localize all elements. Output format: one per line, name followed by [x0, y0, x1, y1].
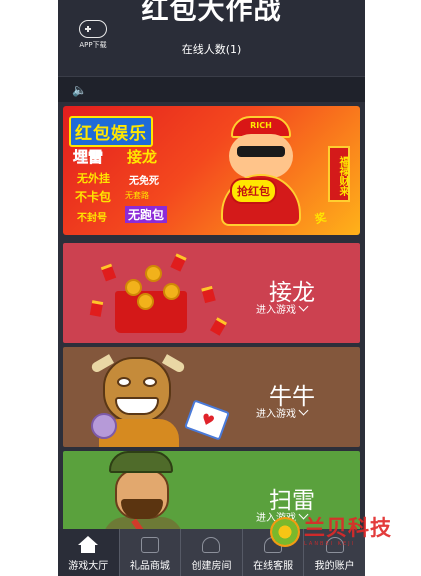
page-title: 红包大作战: [141, 0, 282, 26]
notice-bar: 🔈: [58, 76, 365, 102]
grab-red-packet-badge: 抢红包: [230, 178, 277, 204]
enter-game-link[interactable]: 进入游戏: [256, 301, 309, 316]
watermark-logo: 兰贝科技 LANBEI KEJI: [270, 511, 410, 559]
game-card-niuniu[interactable]: ♥ 牛牛 进入游戏: [63, 347, 360, 447]
fortune-banner: 福禄财来: [328, 146, 350, 202]
speaker-icon[interactable]: 🔈: [72, 83, 87, 97]
banner-text-block: 红包娱乐 埋雷 接龙 无外挂 无免死 不卡包 无套路 不封号 无跑包: [67, 112, 179, 230]
chevron-down-icon: [298, 301, 309, 312]
tab-label: 我的账户: [314, 561, 355, 572]
tab-label: 在线客服: [253, 561, 294, 572]
banner-line3a: 不卡包: [75, 190, 112, 204]
mascot-cap-text: RICH: [250, 121, 272, 130]
header: APP下载 红包大作战 在线人数(1): [58, 0, 365, 76]
group-icon: [200, 536, 222, 554]
chevron-down-icon: [298, 405, 309, 416]
banner-line2b: 无免死: [129, 176, 159, 187]
banner-line1b: 接龙: [127, 148, 158, 166]
flower-logo-icon: [270, 517, 300, 547]
enter-game-label: 进入游戏: [256, 409, 296, 420]
home-icon: [77, 536, 99, 554]
watermark-text: 兰贝科技: [304, 516, 392, 540]
rich-mascot-image: RICH: [221, 116, 301, 228]
banner-line4b: 无跑包: [125, 206, 168, 223]
game-card-jielong[interactable]: 接龙 进入游戏: [63, 243, 360, 343]
enter-game-label: 进入游戏: [256, 305, 296, 316]
tab-create-room[interactable]: 创建房间: [181, 529, 243, 576]
phone-screen: APP下载 红包大作战 在线人数(1) 🔈 红包娱乐 埋雷 接龙 无外挂 无免死…: [58, 0, 365, 576]
prize-label: 奖: [313, 210, 328, 227]
enter-game-link[interactable]: 进入游戏: [256, 405, 309, 420]
tab-label: 游戏大厅: [68, 561, 109, 572]
banner-line1a: 埋雷: [73, 148, 104, 167]
tab-game-lobby[interactable]: 游戏大厅: [58, 529, 120, 576]
watermark-subtext: LANBEI KEJI: [304, 541, 356, 547]
tab-label: 礼品商城: [129, 561, 170, 572]
banner-line4a: 不封号: [77, 213, 107, 224]
online-count: 在线人数(1): [181, 43, 242, 56]
shop-icon: [139, 536, 161, 554]
banner-title: 红包娱乐: [69, 116, 153, 147]
tab-label: 创建房间: [191, 561, 232, 572]
banner-line3b: 无套路: [125, 191, 149, 200]
promo-banner[interactable]: 红包娱乐 埋雷 接龙 无外挂 无免死 不卡包 无套路 不封号 无跑包 RICH …: [63, 106, 360, 235]
banner-line2a: 无外挂: [77, 172, 110, 185]
tab-gift-shop[interactable]: 礼品商城: [120, 529, 182, 576]
